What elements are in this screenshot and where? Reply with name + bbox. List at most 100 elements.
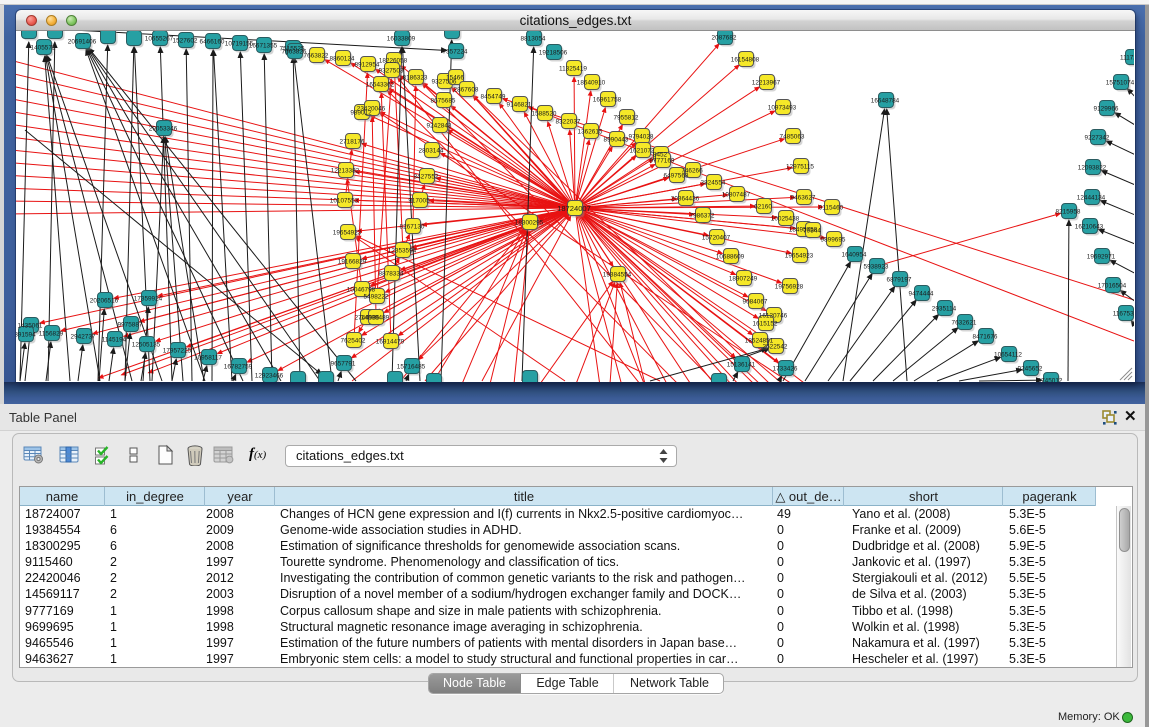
svg-text:16782759: 16782759 [224, 364, 253, 371]
svg-text:7485063: 7485063 [780, 134, 805, 141]
svg-text:16914479: 16914479 [376, 339, 405, 346]
svg-text:17359924: 17359924 [134, 296, 163, 303]
svg-text:9115460: 9115460 [819, 205, 844, 212]
svg-text:20364436: 20364436 [671, 196, 700, 203]
svg-text:917005: 917005 [408, 198, 430, 205]
svg-text:8267130: 8267130 [400, 224, 425, 231]
svg-text:8912954: 8912954 [355, 62, 380, 69]
svg-text:16033809: 16033809 [387, 36, 416, 43]
svg-text:10973493: 10973493 [768, 105, 797, 112]
svg-text:9975887: 9975887 [118, 322, 143, 329]
svg-text:18724007: 18724007 [557, 204, 591, 213]
svg-text:12923466: 12923466 [255, 373, 284, 380]
svg-text:2803144: 2803144 [419, 148, 444, 155]
svg-text:14099489: 14099489 [361, 315, 390, 322]
svg-text:16210643: 16210643 [1075, 224, 1104, 231]
svg-text:9227342: 9227342 [1085, 135, 1110, 142]
svg-text:16961758: 16961758 [593, 97, 622, 104]
svg-text:10688609: 10688609 [716, 254, 745, 261]
svg-text:7632621: 7632621 [952, 320, 977, 327]
svg-text:8675685: 8675685 [431, 98, 456, 105]
svg-text:2522542: 2522542 [763, 344, 788, 351]
svg-text:10958117: 10958117 [194, 355, 222, 362]
svg-text:6466160: 6466160 [200, 39, 225, 46]
svg-text:3824554: 3824554 [701, 180, 726, 187]
svg-text:9327503: 9327503 [379, 68, 404, 75]
svg-text:17016504: 17016504 [1098, 283, 1127, 290]
svg-text:62160: 62160 [754, 204, 772, 211]
svg-text:1615152: 1615152 [753, 321, 778, 328]
svg-text:17957225: 17957225 [163, 348, 192, 355]
svg-text:8878334: 8878334 [379, 271, 404, 278]
svg-text:9129966: 9129966 [1094, 106, 1119, 113]
svg-text:19218506: 19218506 [539, 50, 568, 57]
svg-text:2942737: 2942737 [71, 334, 96, 341]
svg-text:20691406: 20691406 [68, 39, 97, 46]
svg-text:1145194: 1145194 [102, 337, 127, 344]
svg-text:1362615: 1362615 [578, 129, 603, 136]
svg-text:19654923: 19654923 [785, 253, 814, 260]
svg-text:1640954: 1640954 [842, 252, 867, 259]
svg-text:9657791: 9657791 [331, 361, 356, 368]
svg-text:15751074: 15751074 [1106, 80, 1134, 87]
svg-text:16671355: 16671355 [249, 43, 278, 50]
svg-text:9794028: 9794028 [629, 134, 654, 141]
svg-text:1405572: 1405572 [31, 45, 56, 52]
svg-text:16120746: 16120746 [759, 313, 788, 320]
svg-text:15136141: 15136141 [727, 362, 756, 369]
svg-text:2087682: 2087682 [712, 35, 737, 42]
svg-text:12353594: 12353594 [388, 248, 417, 255]
svg-text:10025438: 10025438 [771, 216, 800, 223]
svg-text:8813054: 8813054 [521, 36, 546, 43]
svg-text:9777169: 9777169 [650, 158, 675, 165]
svg-text:5498222: 5498222 [364, 294, 389, 301]
svg-text:1621072: 1621072 [630, 148, 655, 155]
svg-text:29053346: 29053346 [149, 126, 178, 133]
svg-text:15466: 15466 [446, 75, 464, 82]
svg-text:9084067: 9084067 [743, 299, 768, 306]
svg-text:8990443: 8990443 [604, 137, 629, 144]
svg-text:1156829: 1156829 [39, 331, 64, 338]
svg-text:12444134: 12444134 [1077, 195, 1106, 202]
svg-text:19166829: 19166829 [338, 259, 367, 266]
svg-text:10107553: 10107553 [330, 198, 359, 205]
svg-text:391594: 391594 [16, 332, 36, 339]
svg-text:2935114: 2935114 [932, 306, 957, 313]
svg-text:16543362: 16543362 [366, 82, 395, 89]
svg-text:23420046: 23420046 [357, 106, 386, 113]
svg-text:2867608: 2867608 [454, 87, 479, 94]
svg-text:16154808: 16154808 [731, 57, 760, 64]
svg-text:1167533: 1167533 [1113, 311, 1134, 318]
svg-text:8860124: 8860124 [330, 56, 355, 63]
svg-text:9899695: 9899695 [821, 237, 846, 244]
svg-text:10046798: 10046798 [347, 287, 376, 294]
svg-text:7663822: 7663822 [304, 53, 329, 60]
svg-text:16648784: 16648784 [871, 98, 900, 105]
svg-text:7955812: 7955812 [614, 115, 639, 122]
svg-text:15716485: 15716485 [397, 364, 426, 371]
svg-text:20206516: 20206516 [90, 298, 119, 305]
svg-text:18907249: 18907249 [729, 276, 758, 283]
svg-text:7986372: 7986372 [690, 213, 715, 220]
svg-text:9146821: 9146821 [507, 102, 532, 109]
svg-text:19654923: 19654923 [333, 230, 362, 237]
svg-text:11325419: 11325419 [559, 66, 587, 73]
svg-text:1435061: 1435061 [18, 323, 43, 330]
svg-text:6879197: 6879197 [887, 277, 912, 284]
svg-text:5938923: 5938923 [864, 264, 889, 271]
svg-text:9242843: 9242843 [427, 123, 452, 130]
svg-text:8322037: 8322037 [556, 119, 581, 126]
svg-text:18300295: 18300295 [515, 220, 544, 227]
svg-text:1588520: 1588520 [532, 111, 557, 118]
svg-text:8471676: 8471676 [973, 334, 998, 341]
svg-text:2718176: 2718176 [340, 139, 365, 146]
svg-text:12213382: 12213382 [331, 168, 360, 175]
svg-text:8427552: 8427552 [414, 174, 439, 181]
svg-text:7625402: 7625402 [341, 338, 366, 345]
svg-text:19384554: 19384554 [603, 272, 632, 279]
svg-text:12975115: 12975115 [786, 164, 814, 171]
svg-text:18226058: 18226058 [379, 58, 408, 65]
svg-text:12505135: 12505135 [132, 342, 161, 349]
svg-text:6497568: 6497568 [664, 173, 689, 180]
svg-text:7357224: 7357224 [443, 49, 468, 56]
